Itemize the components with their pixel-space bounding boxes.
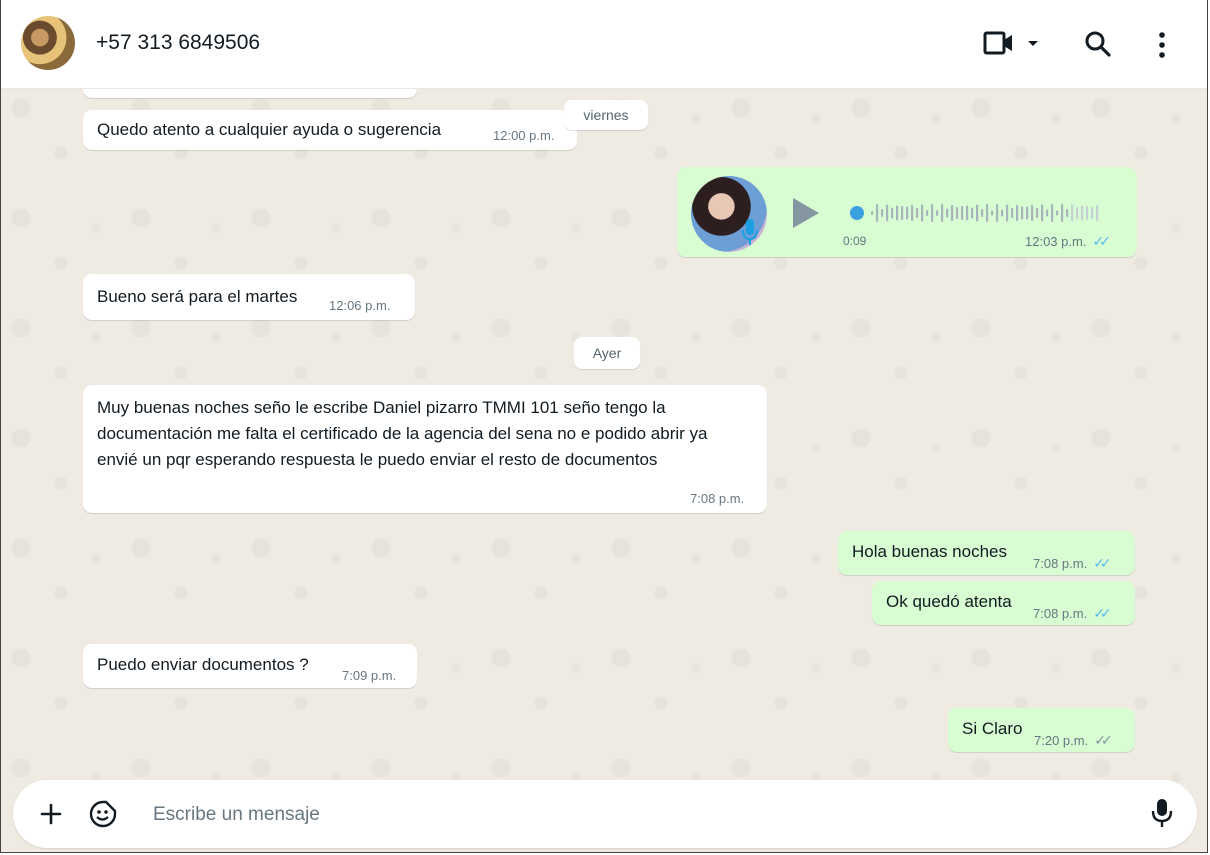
message-text: Bueno será para el martes <box>97 287 298 306</box>
plus-icon[interactable] <box>39 802 63 831</box>
waveform-bar <box>1071 204 1074 222</box>
message-time: 7:08 p.m. <box>690 491 745 506</box>
waveform-bar <box>1036 208 1039 218</box>
waveform-bar <box>886 204 889 222</box>
message-time: 12:06 p.m. <box>329 298 391 313</box>
waveform-bar <box>1051 204 1054 222</box>
waveform-bar <box>941 204 944 222</box>
waveform-bar <box>1046 209 1049 217</box>
waveform-bar <box>1081 205 1084 221</box>
waveform-bar <box>911 205 914 221</box>
message-bubble-outgoing[interactable]: Ok quedó atenta 7:08 p.m. ✓✓ <box>872 581 1135 625</box>
message-bubble-incoming[interactable]: Bueno será para el martes 12:06 p.m. <box>83 274 415 320</box>
waveform-bar <box>1001 209 1004 217</box>
waveform-bar <box>1006 204 1009 222</box>
message-time: 7:08 p.m. ✓✓ <box>1033 605 1112 621</box>
waveform-bar <box>901 206 904 220</box>
menu-icon[interactable] <box>1157 30 1167 65</box>
waveform-bar <box>926 210 929 216</box>
waveform-bar <box>936 210 939 216</box>
read-ticks-icon: ✓✓ <box>1092 233 1111 249</box>
waveform-bar <box>1021 206 1024 220</box>
voice-message-bubble[interactable]: 0:09 12:03 p.m. ✓✓ <box>677 167 1137 257</box>
delivered-ticks-icon: ✓✓ <box>1094 732 1113 748</box>
video-call-icon[interactable] <box>983 26 1015 65</box>
waveform-bar <box>1066 209 1069 217</box>
chat-window: +57 313 6849506 Quedo atento a cualquier… <box>0 0 1208 853</box>
date-separator: viernes <box>564 100 648 130</box>
waveform-bar <box>1056 210 1059 216</box>
waveform-bar <box>931 204 934 222</box>
play-icon[interactable] <box>791 196 821 235</box>
waveform-bar <box>1096 205 1099 221</box>
message-bubble-incoming[interactable]: Quedo atento a cualquier ayuda o sugeren… <box>83 110 577 150</box>
waveform-bar <box>946 208 949 218</box>
waveform-bar <box>966 205 969 221</box>
read-ticks-icon: ✓✓ <box>1093 555 1112 571</box>
message-input[interactable] <box>151 800 1135 830</box>
waveform-bar <box>981 209 984 217</box>
sticker-icon[interactable] <box>89 800 117 833</box>
contact-avatar[interactable] <box>21 16 75 70</box>
microphone-badge-icon <box>741 218 759 251</box>
waveform-bar <box>956 207 959 219</box>
waveform-bar <box>896 205 899 221</box>
date-separator: Ayer <box>574 337 640 369</box>
message-composer <box>13 780 1197 848</box>
waveform-bar <box>991 210 994 216</box>
message-text: Muy buenas noches seño le escribe Daniel… <box>97 398 708 469</box>
read-ticks-icon: ✓✓ <box>1093 605 1112 621</box>
waveform-bar <box>1016 205 1019 221</box>
message-bubble-incoming[interactable]: Puedo enviar documentos ? 7:09 p.m. <box>83 644 417 688</box>
chevron-down-icon[interactable] <box>1027 36 1039 54</box>
chat-header: +57 313 6849506 <box>1 0 1207 89</box>
waveform-bar <box>961 206 964 220</box>
waveform-bar <box>871 211 874 215</box>
waveform-bar <box>891 207 894 219</box>
waveform-bar <box>951 205 954 221</box>
waveform-bar <box>1076 207 1079 219</box>
waveform-bar <box>1061 204 1064 222</box>
waveform-bar <box>881 209 884 217</box>
voice-duration: 0:09 <box>843 234 867 248</box>
waveform-bar <box>986 204 989 222</box>
message-time: 12:03 p.m. ✓✓ <box>1025 233 1111 249</box>
waveform-bar <box>1091 207 1094 219</box>
message-time: 7:09 p.m. <box>342 668 397 683</box>
message-text: Hola buenas noches <box>852 542 1008 561</box>
message-bubble-outgoing[interactable]: Si Claro 7:20 p.m. ✓✓ <box>948 708 1135 752</box>
waveform-bar <box>916 208 919 218</box>
message-text: Si Claro <box>962 719 1023 738</box>
contact-name[interactable]: +57 313 6849506 <box>96 31 260 55</box>
waveform-bar <box>1011 208 1014 218</box>
message-text: Quedo atento a cualquier ayuda o sugeren… <box>97 120 442 139</box>
waveform-bar <box>1026 206 1029 220</box>
waveform-bar <box>971 207 974 219</box>
message-list[interactable]: Quedo atento a cualquier ayuda o sugeren… <box>1 74 1207 852</box>
message-bubble-outgoing[interactable]: Hola buenas noches 7:08 p.m. ✓✓ <box>838 531 1135 575</box>
search-icon[interactable] <box>1084 30 1112 63</box>
message-time: 12:00 p.m. <box>493 128 555 143</box>
message-bubble-incoming[interactable]: Muy buenas noches seño le escribe Daniel… <box>83 385 767 513</box>
waveform-bar <box>906 206 909 220</box>
message-time: 7:08 p.m. ✓✓ <box>1033 555 1112 571</box>
waveform-bar <box>1086 206 1089 220</box>
waveform-bar <box>1041 204 1044 222</box>
waveform-bar <box>1031 205 1034 221</box>
voice-waveform[interactable] <box>847 199 1112 227</box>
waveform-bar <box>921 204 924 222</box>
waveform-bar <box>976 204 979 222</box>
message-text: Puedo enviar documentos ? <box>97 655 309 674</box>
waveform-bar <box>876 204 879 222</box>
microphone-icon[interactable] <box>1151 798 1173 833</box>
waveform-bar <box>996 204 999 222</box>
message-time: 7:20 p.m. ✓✓ <box>1034 732 1113 748</box>
message-text: Ok quedó atenta <box>886 592 1012 611</box>
